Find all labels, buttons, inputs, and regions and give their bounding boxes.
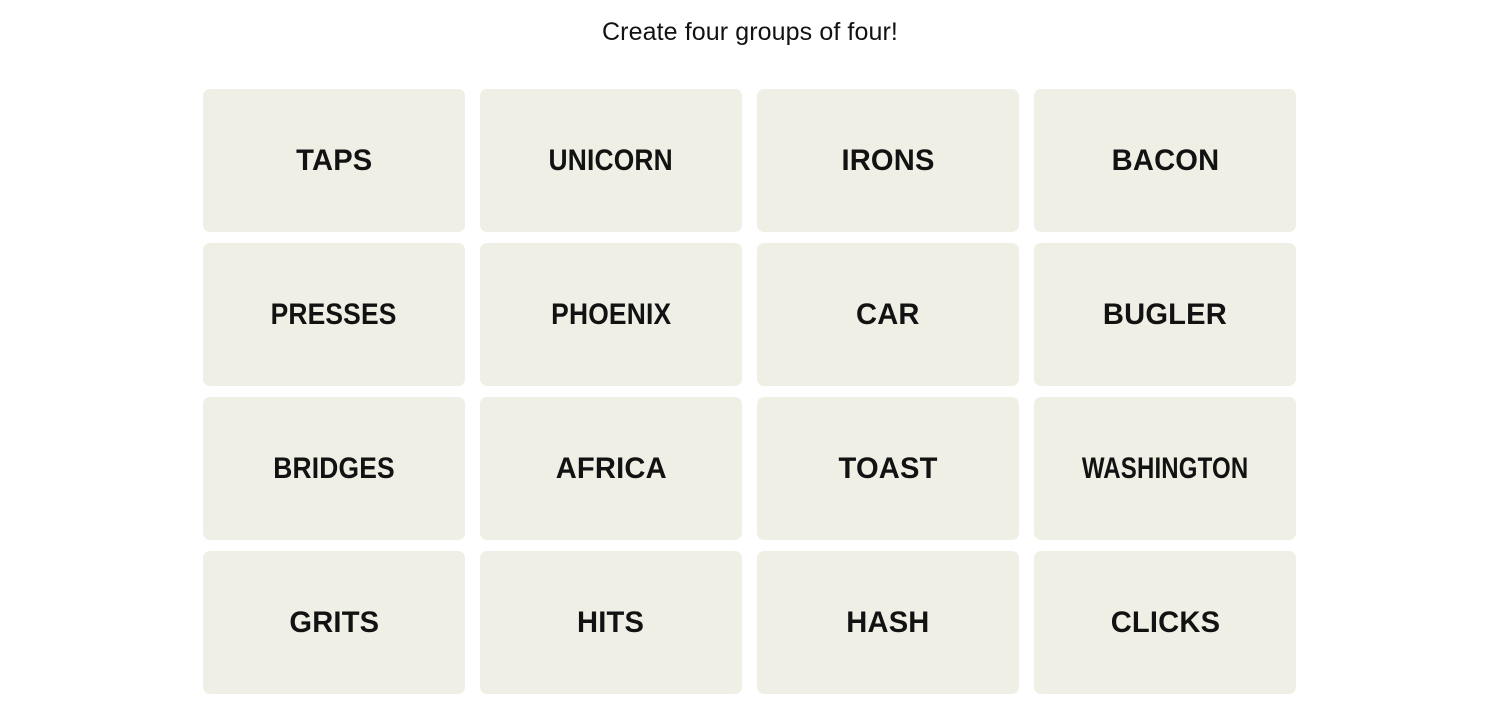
word-tile-label: IRONS (841, 143, 935, 177)
word-tile[interactable]: TAPS (203, 89, 465, 232)
word-tile-grid: TAPS UNICORN IRONS BACON PRESSES PHOENIX… (203, 89, 1296, 694)
word-tile[interactable]: BUGLER (1034, 243, 1296, 386)
word-tile-label: CLICKS (1110, 605, 1220, 639)
word-tile[interactable]: AFRICA (480, 397, 742, 540)
word-tile[interactable]: BACON (1034, 89, 1296, 232)
word-tile-label: PRESSES (271, 297, 397, 331)
word-tile-label: PHOENIX (550, 297, 672, 331)
word-tile-label: WASHINGTON (1081, 451, 1249, 485)
word-tile-label: HASH (846, 605, 930, 639)
word-tile[interactable]: PHOENIX (480, 243, 742, 386)
word-tile-label: TOAST (838, 451, 938, 485)
word-tile[interactable]: IRONS (757, 89, 1019, 232)
word-tile-label: HITS (577, 605, 645, 639)
word-tile[interactable]: WASHINGTON (1034, 397, 1296, 540)
word-tile-label: CAR (856, 297, 920, 331)
word-tile[interactable]: UNICORN (480, 89, 742, 232)
word-tile-label: TAPS (295, 143, 373, 177)
word-tile-label: UNICORN (548, 143, 674, 177)
word-tile[interactable]: BRIDGES (203, 397, 465, 540)
word-tile-label: AFRICA (555, 451, 667, 485)
word-tile[interactable]: CLICKS (1034, 551, 1296, 694)
word-tile[interactable]: TOAST (757, 397, 1019, 540)
word-tile-label: GRITS (289, 605, 379, 639)
word-tile-label: BACON (1111, 143, 1219, 177)
word-tile-label: BUGLER (1102, 297, 1228, 331)
word-tile[interactable]: PRESSES (203, 243, 465, 386)
word-tile[interactable]: HITS (480, 551, 742, 694)
page-title: Create four groups of four! (602, 18, 898, 46)
word-tile[interactable]: CAR (757, 243, 1019, 386)
word-tile[interactable]: HASH (757, 551, 1019, 694)
puzzle-board-page: Create four groups of four! TAPS UNICORN… (0, 0, 1500, 702)
word-tile[interactable]: GRITS (203, 551, 465, 694)
word-tile-label: BRIDGES (273, 451, 395, 485)
